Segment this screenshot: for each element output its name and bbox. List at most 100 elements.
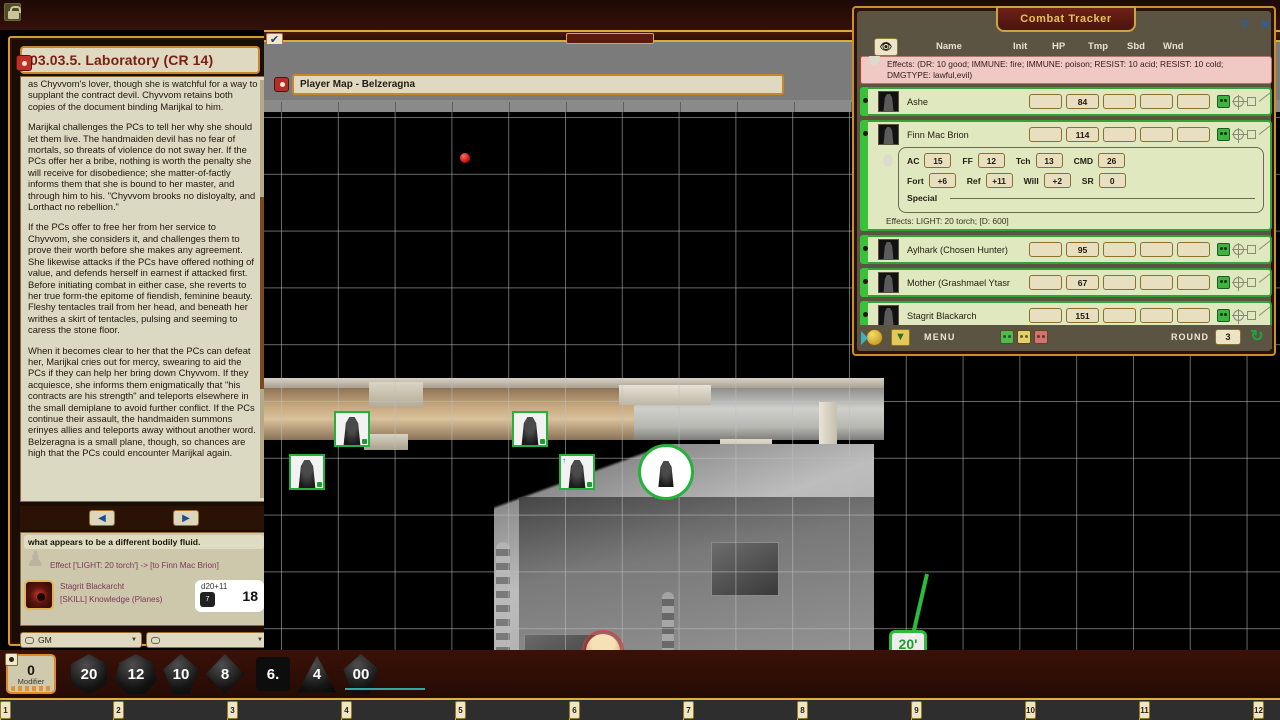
die-d20[interactable]: 20 bbox=[68, 654, 110, 694]
friend-mask-icon[interactable] bbox=[999, 330, 1014, 344]
die-d4[interactable]: 4 bbox=[296, 654, 338, 694]
row-toggle-dot[interactable] bbox=[863, 131, 868, 136]
desktop-tab-12[interactable]: 12 bbox=[1253, 701, 1264, 719]
wnd-field[interactable] bbox=[1177, 308, 1210, 323]
square-token-icon[interactable] bbox=[1247, 130, 1256, 139]
target-icon[interactable] bbox=[1232, 128, 1247, 143]
line-icon[interactable] bbox=[1259, 129, 1271, 140]
round-value[interactable]: 3 bbox=[1215, 329, 1241, 345]
die-icon[interactable] bbox=[274, 77, 289, 92]
die-d12[interactable]: 12 bbox=[115, 654, 157, 694]
line-icon[interactable] bbox=[1259, 244, 1271, 255]
chat-mode-select[interactable]: ▼ bbox=[146, 632, 268, 648]
cmd-value[interactable]: 26 bbox=[1098, 153, 1126, 168]
target-icon[interactable] bbox=[1232, 276, 1247, 291]
document-text-body[interactable]: as Chyvvom's lover, though she is watchf… bbox=[20, 76, 268, 502]
row-toggle-dot[interactable] bbox=[863, 98, 868, 103]
modifier-box[interactable]: 0 Modifier bbox=[5, 653, 56, 694]
ac-value[interactable]: 15 bbox=[924, 153, 952, 168]
wnd-field[interactable] bbox=[1177, 242, 1210, 257]
line-icon[interactable] bbox=[1259, 96, 1271, 107]
target-icon[interactable] bbox=[1232, 309, 1247, 324]
chat-speaker-select[interactable]: GM ▼ bbox=[20, 632, 142, 648]
init-field[interactable] bbox=[1029, 127, 1062, 142]
desktop-tab-11[interactable]: 11 bbox=[1139, 701, 1150, 719]
ff-value[interactable]: 12 bbox=[977, 153, 1005, 168]
sbd-field[interactable] bbox=[1140, 275, 1173, 290]
friend-mask-icon[interactable] bbox=[1217, 243, 1230, 256]
token-finn-mac-brion[interactable] bbox=[638, 444, 694, 500]
token-stagrit[interactable]: ↑ bbox=[559, 454, 595, 490]
turn-coin-icon[interactable] bbox=[861, 328, 883, 346]
next-turn-button[interactable]: ▼ bbox=[891, 328, 910, 346]
table-row[interactable]: Aylhark (Chosen Hunter) 95 ✩ bbox=[860, 235, 1272, 264]
desktop-tab-2[interactable]: 2 bbox=[113, 701, 124, 719]
target-icon[interactable] bbox=[1232, 95, 1247, 110]
desktop-tab-6[interactable]: 6 bbox=[569, 701, 580, 719]
menu-button[interactable]: MENU bbox=[924, 332, 956, 342]
chevron-down-icon[interactable]: ▼ bbox=[131, 637, 137, 643]
square-token-icon[interactable] bbox=[1247, 311, 1256, 320]
tmp-field[interactable] bbox=[1103, 275, 1136, 290]
table-row[interactable]: Ashe 84 ✩ bbox=[860, 87, 1272, 116]
die-d6[interactable]: 6. bbox=[256, 657, 290, 691]
map-name-field[interactable]: Player Map - Belzeragna bbox=[292, 74, 784, 95]
modifier-reset-icon[interactable] bbox=[5, 653, 18, 666]
combat-tracker-titlebar[interactable]: Combat Tracker ? ✕ bbox=[854, 6, 1278, 34]
friend-mask-icon[interactable] bbox=[1217, 128, 1230, 141]
init-field[interactable] bbox=[1029, 308, 1062, 323]
avatar[interactable] bbox=[878, 239, 899, 260]
avatar[interactable] bbox=[878, 124, 899, 145]
moon-icon[interactable] bbox=[883, 154, 893, 167]
fort-value[interactable]: +6 bbox=[928, 173, 956, 188]
hp-field[interactable]: 151 bbox=[1066, 308, 1099, 323]
tmp-field[interactable] bbox=[1103, 94, 1136, 109]
avatar[interactable] bbox=[878, 305, 899, 326]
wnd-field[interactable] bbox=[1177, 275, 1210, 290]
avatar[interactable] bbox=[878, 91, 899, 112]
will-value[interactable]: +2 bbox=[1043, 173, 1071, 188]
tmp-field[interactable] bbox=[1103, 308, 1136, 323]
prev-page-button[interactable]: ◀ bbox=[89, 510, 115, 526]
foe-mask-icon[interactable] bbox=[1033, 330, 1048, 344]
help-icon[interactable]: ? bbox=[1237, 17, 1252, 32]
friend-mask-icon[interactable] bbox=[1217, 276, 1230, 289]
square-token-icon[interactable] bbox=[1247, 245, 1256, 254]
ref-value[interactable]: +11 bbox=[985, 173, 1013, 188]
desktop-tab-5[interactable]: 5 bbox=[455, 701, 466, 719]
hp-field[interactable]: 95 bbox=[1066, 242, 1099, 257]
row-toggle-dot[interactable] bbox=[863, 279, 868, 284]
next-page-button[interactable]: ▶ bbox=[173, 510, 199, 526]
neutral-mask-icon[interactable] bbox=[1016, 330, 1031, 344]
document-titlebar[interactable]: 03.03.5. Laboratory (CR 14) bbox=[16, 46, 260, 74]
refresh-icon[interactable]: ↻ bbox=[1248, 328, 1266, 346]
token-mother[interactable] bbox=[289, 454, 325, 490]
row-toggle-dot[interactable] bbox=[863, 246, 868, 251]
desktop-tab-1[interactable]: 1 bbox=[0, 701, 11, 719]
target-icon[interactable] bbox=[1232, 243, 1247, 258]
sbd-field[interactable] bbox=[1140, 308, 1173, 323]
special-input[interactable] bbox=[950, 197, 1255, 199]
combat-tracker-list[interactable]: Effects: (DR: 10 good; IMMUNE: fire; IMM… bbox=[860, 56, 1272, 329]
friend-mask-icon[interactable] bbox=[1217, 309, 1230, 322]
friend-mask-icon[interactable] bbox=[1217, 95, 1230, 108]
sbd-field[interactable] bbox=[1140, 242, 1173, 257]
sbd-field[interactable] bbox=[1140, 127, 1173, 142]
chat-log[interactable]: what appears to be a different bodily fl… bbox=[20, 532, 268, 626]
hp-field[interactable]: 114 bbox=[1066, 127, 1099, 142]
map-tab-active[interactable] bbox=[566, 33, 654, 44]
desktop-tab-10[interactable]: 10 bbox=[1025, 701, 1036, 719]
hp-field[interactable]: 67 bbox=[1066, 275, 1099, 290]
square-token-icon[interactable] bbox=[1247, 278, 1256, 287]
tch-value[interactable]: 13 bbox=[1035, 153, 1063, 168]
die-d10[interactable]: 10 bbox=[160, 654, 202, 694]
close-icon[interactable]: ✕ bbox=[1258, 17, 1273, 32]
die-d8[interactable]: 8 bbox=[204, 654, 246, 694]
wnd-field[interactable] bbox=[1177, 127, 1210, 142]
line-icon[interactable] bbox=[1259, 277, 1271, 288]
row-toggle-dot[interactable] bbox=[863, 312, 868, 317]
desktop-tab-4[interactable]: 4 bbox=[341, 701, 352, 719]
tmp-field[interactable] bbox=[1103, 242, 1136, 257]
init-field[interactable] bbox=[1029, 94, 1062, 109]
init-field[interactable] bbox=[1029, 242, 1062, 257]
